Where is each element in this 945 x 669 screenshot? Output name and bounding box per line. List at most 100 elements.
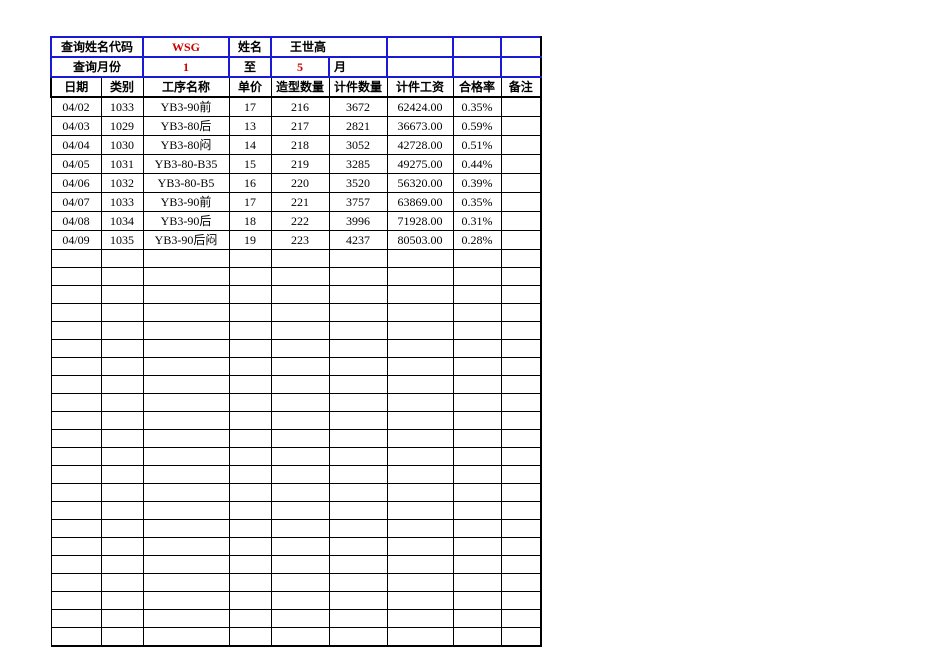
cell-empty [51,358,101,376]
cell-empty [143,592,229,610]
cell-empty [229,304,271,322]
cell-pcs: 2821 [329,117,387,136]
cell-empty [101,484,143,502]
value-name-code[interactable]: WSG [143,37,229,57]
table-row-empty [51,250,541,268]
cell-empty [453,484,501,502]
col-cat: 类别 [101,77,143,97]
cell-price: 13 [229,117,271,136]
column-header-row: 日期 类别 工序名称 单价 造型数量 计件数量 计件工资 合格率 备注 [51,77,541,97]
label-month-unit: 月 [329,57,387,77]
cell-rate: 0.51% [453,136,501,155]
cell-empty [143,250,229,268]
cell-empty [501,376,541,394]
cell-empty [387,520,453,538]
cell-empty [387,628,453,646]
value-month-to[interactable]: 5 [271,57,329,77]
cell-empty [329,250,387,268]
cell-empty [229,412,271,430]
cell-empty [143,412,229,430]
cell-empty [101,304,143,322]
cell-empty [501,484,541,502]
cell-empty [143,610,229,628]
cell-empty [329,322,387,340]
cell-empty [387,394,453,412]
col-note: 备注 [501,77,541,97]
cell-empty [51,484,101,502]
blank-cell [387,37,453,57]
cell-note [501,97,541,117]
cell-empty [329,430,387,448]
cell-mold: 218 [271,136,329,155]
cell-empty [453,574,501,592]
cell-cat: 1035 [101,231,143,250]
cell-mold: 222 [271,212,329,231]
cell-empty [229,574,271,592]
cell-pcs: 3052 [329,136,387,155]
cell-empty [329,556,387,574]
cell-mold: 220 [271,174,329,193]
table-row-empty [51,268,541,286]
cell-empty [271,340,329,358]
cell-empty [229,556,271,574]
table-row: 04/031029YB3-80后13217282136673.000.59% [51,117,541,136]
cell-empty [329,268,387,286]
cell-empty [501,412,541,430]
query-name-row: 查询姓名代码 WSG 姓名 王世高 [51,37,541,57]
cell-empty [329,376,387,394]
col-rate: 合格率 [453,77,501,97]
cell-empty [51,376,101,394]
cell-empty [229,340,271,358]
value-month-from[interactable]: 1 [143,57,229,77]
value-name: 王世高 [271,37,387,57]
table-row-empty [51,574,541,592]
cell-empty [329,394,387,412]
cell-empty [271,574,329,592]
cell-empty [101,340,143,358]
col-mold: 造型数量 [271,77,329,97]
table-row-empty [51,376,541,394]
cell-empty [101,430,143,448]
cell-empty [51,394,101,412]
cell-mold: 217 [271,117,329,136]
cell-empty [501,538,541,556]
cell-empty [143,466,229,484]
cell-empty [501,268,541,286]
cell-empty [387,250,453,268]
cell-cat: 1033 [101,193,143,212]
cell-rate: 0.39% [453,174,501,193]
cell-pcs: 4237 [329,231,387,250]
table-row-empty [51,448,541,466]
blank-cell [501,37,541,57]
cell-empty [229,358,271,376]
table-row: 04/071033YB3-90前17221375763869.000.35% [51,193,541,212]
cell-empty [501,286,541,304]
cell-empty [143,574,229,592]
cell-empty [501,574,541,592]
cell-empty [387,610,453,628]
label-name-code: 查询姓名代码 [51,37,143,57]
cell-empty [271,376,329,394]
cell-empty [101,538,143,556]
cell-empty [51,466,101,484]
table-row: 04/091035YB3-90后闷19223423780503.000.28% [51,231,541,250]
cell-empty [453,322,501,340]
cell-cat: 1033 [101,97,143,117]
cell-empty [387,484,453,502]
cell-pcs: 3285 [329,155,387,174]
label-month: 查询月份 [51,57,143,77]
cell-proc: YB3-90前 [143,193,229,212]
cell-date: 04/03 [51,117,101,136]
cell-rate: 0.35% [453,97,501,117]
cell-empty [453,358,501,376]
cell-empty [387,592,453,610]
cell-empty [51,574,101,592]
cell-empty [229,250,271,268]
blank-cell [501,57,541,77]
cell-price: 16 [229,174,271,193]
table-row-empty [51,628,541,646]
table-row-empty [51,502,541,520]
cell-empty [387,376,453,394]
cell-empty [229,394,271,412]
col-proc: 工序名称 [143,77,229,97]
